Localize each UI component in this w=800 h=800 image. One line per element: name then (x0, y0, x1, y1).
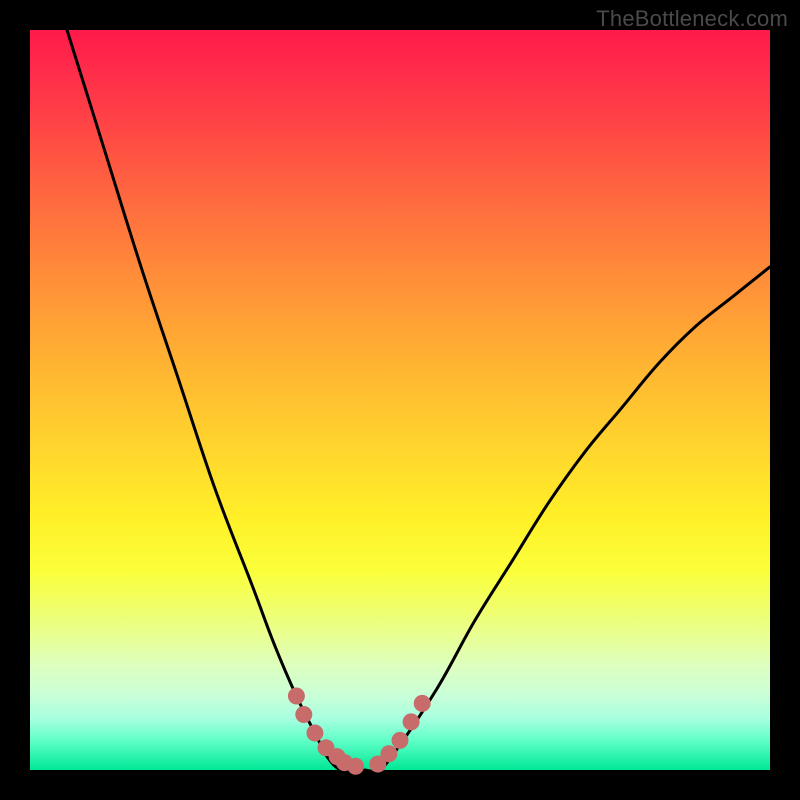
chart-plot-area (30, 30, 770, 770)
curve-marker (306, 725, 323, 742)
marker-group-right (369, 695, 430, 773)
bottleneck-curve (67, 30, 770, 771)
curve-marker (392, 732, 409, 749)
chart-svg (30, 30, 770, 770)
curve-marker (295, 706, 312, 723)
watermark-label: TheBottleneck.com (596, 6, 788, 32)
curve-marker (347, 758, 364, 775)
curve-marker (414, 695, 431, 712)
curve-marker (403, 713, 420, 730)
curve-marker (380, 745, 397, 762)
curve-marker (288, 688, 305, 705)
chart-frame: TheBottleneck.com (0, 0, 800, 800)
marker-group-left (288, 688, 364, 775)
